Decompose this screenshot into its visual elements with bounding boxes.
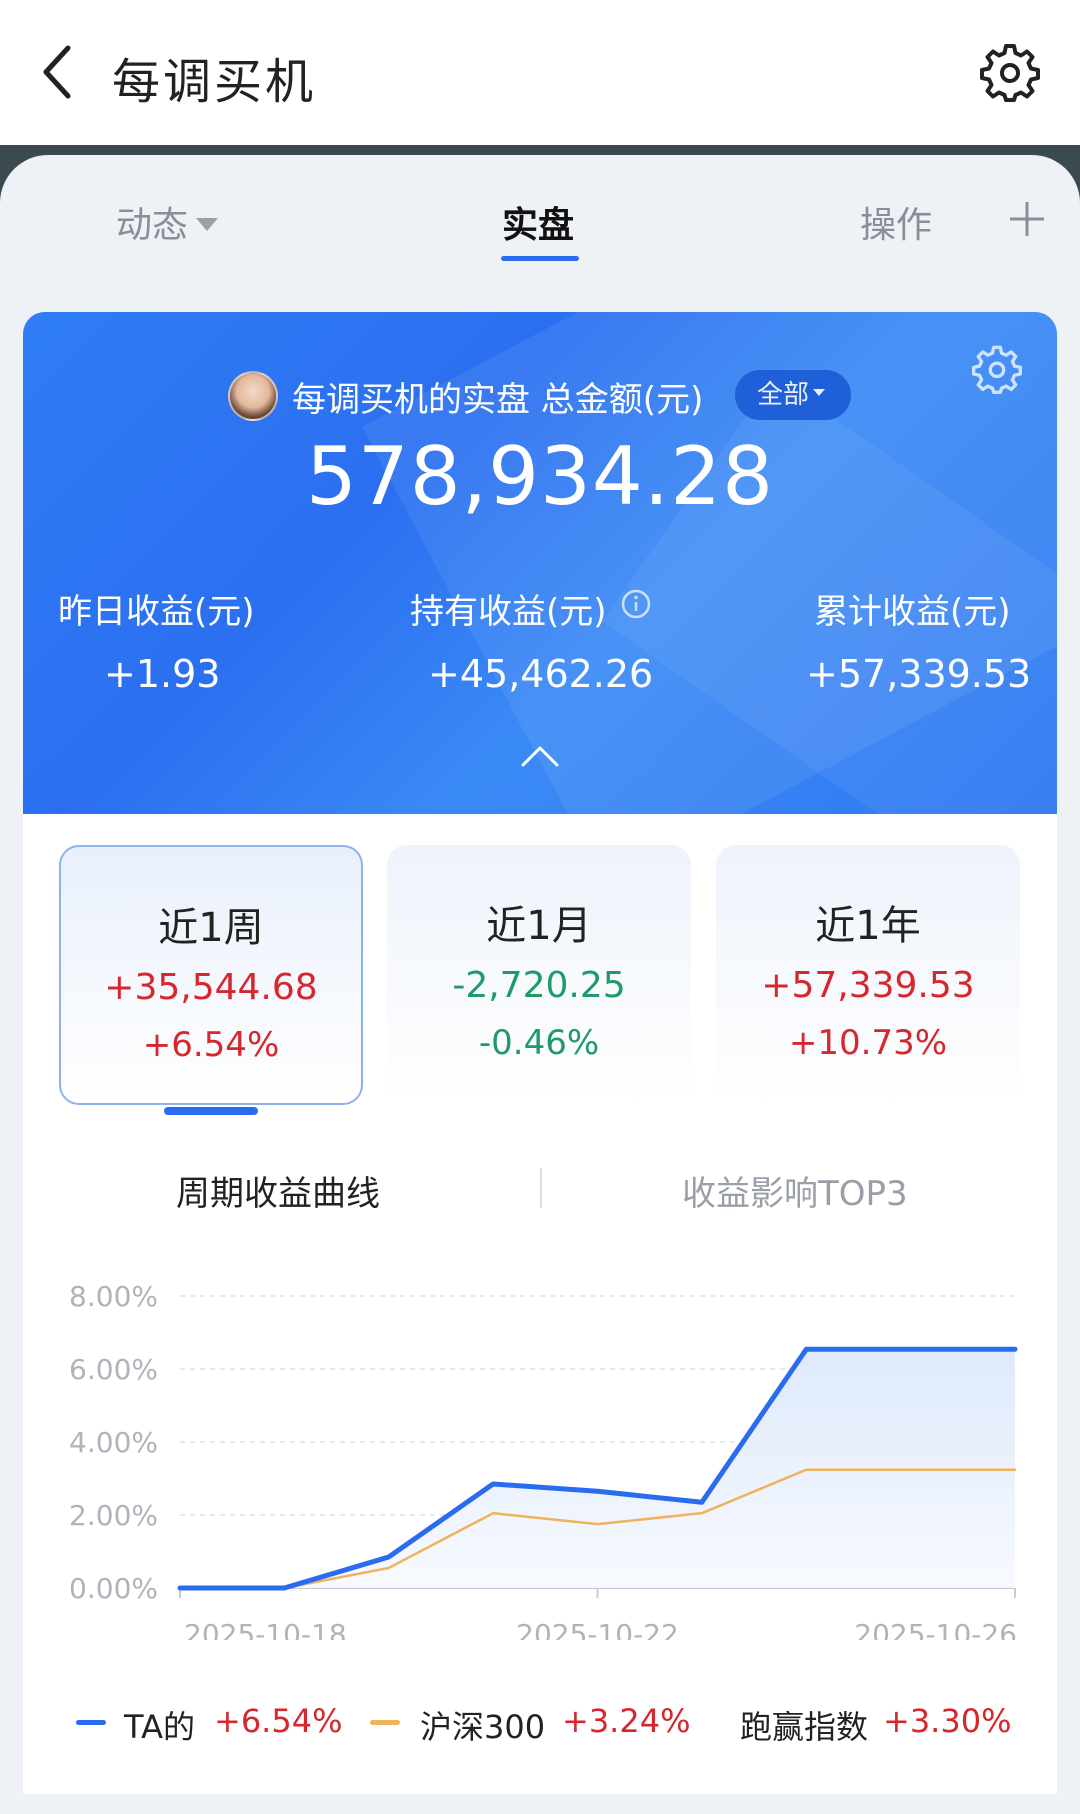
period-card-week[interactable]: 近1周 +35,544.68 +6.54% bbox=[59, 845, 363, 1105]
legend-ta-name: TA的 bbox=[124, 1708, 195, 1746]
x-tick-label: 2025-10-22 bbox=[516, 1618, 679, 1640]
legend-hs300-name: 沪深300 bbox=[420, 1708, 546, 1746]
y-tick-label: 2.00% bbox=[69, 1499, 158, 1532]
avatar[interactable] bbox=[228, 371, 278, 421]
period-amount: -2,720.25 bbox=[452, 965, 626, 1006]
scope-dropdown[interactable]: 全部 bbox=[735, 370, 851, 420]
holding-profit-label: 持有收益(元) bbox=[410, 592, 607, 632]
tab-divider bbox=[540, 1168, 542, 1208]
legend-swatch-ta bbox=[76, 1720, 106, 1725]
profit-line-chart: 8.00% 6.00% 4.00% 2.00% 0.00% 2025-10-18 2025-… bbox=[69, 1280, 1018, 1640]
period-card-year[interactable]: 近1年 +57,339.53 +10.73% bbox=[716, 845, 1020, 1105]
period-title: 近1周 bbox=[158, 905, 264, 951]
scope-label: 全部 bbox=[757, 380, 810, 410]
total-amount: 578,934.28 bbox=[305, 430, 775, 523]
plus-icon[interactable] bbox=[1008, 200, 1046, 238]
period-title: 近1年 bbox=[815, 903, 921, 949]
period-amount: +35,544.68 bbox=[104, 967, 318, 1008]
legend-hs300-value: +3.24% bbox=[562, 1702, 691, 1740]
tab-dongtai[interactable]: 动态 bbox=[116, 196, 219, 248]
y-tick-label: 4.00% bbox=[69, 1426, 158, 1459]
tab-dongtai-label: 动态 bbox=[116, 205, 189, 246]
cumulative-profit-label: 累计收益(元) bbox=[814, 592, 1011, 632]
tab-caozuo[interactable]: 操作 bbox=[860, 196, 932, 248]
y-tick-label: 6.00% bbox=[69, 1353, 158, 1386]
yesterday-profit-value: +1.93 bbox=[104, 652, 221, 696]
portfolio-caption: 每调买机的实盘 总金额(元) bbox=[292, 380, 704, 420]
legend-beat-name: 跑赢指数 bbox=[740, 1708, 869, 1746]
legend-beat-value: +3.30% bbox=[883, 1702, 1012, 1740]
x-tick-label: 2025-10-18 bbox=[184, 1618, 347, 1640]
panel-settings-icon[interactable] bbox=[972, 344, 1022, 394]
period-amount: +57,339.53 bbox=[761, 965, 975, 1006]
period-percent: -0.46% bbox=[478, 1023, 600, 1063]
period-active-indicator bbox=[164, 1107, 258, 1115]
period-card-month[interactable]: 近1月 -2,720.25 -0.46% bbox=[387, 845, 691, 1105]
chevron-up-icon[interactable] bbox=[520, 744, 560, 768]
chevron-down-icon bbox=[813, 389, 826, 396]
active-tab-underline bbox=[501, 256, 579, 261]
tab-shipan[interactable]: 实盘 bbox=[502, 196, 574, 248]
period-title: 近1月 bbox=[486, 903, 592, 949]
y-tick-label: 8.00% bbox=[69, 1280, 158, 1313]
cumulative-profit-value: +57,339.53 bbox=[806, 652, 1032, 696]
y-tick-label: 0.00% bbox=[69, 1572, 158, 1605]
holding-profit-value: +45,462.26 bbox=[428, 652, 654, 696]
top-bar: 每调买机 bbox=[0, 0, 1080, 145]
period-percent: +10.73% bbox=[788, 1023, 948, 1063]
legend-swatch-hs300 bbox=[370, 1720, 400, 1725]
x-tick-label: 2025-10-26 bbox=[854, 1618, 1017, 1640]
tab-top3[interactable]: 收益影响TOP3 bbox=[682, 1166, 908, 1215]
legend-ta-value: +6.54% bbox=[214, 1702, 343, 1740]
period-percent: +6.54% bbox=[142, 1025, 280, 1065]
yesterday-profit-label: 昨日收益(元) bbox=[58, 592, 255, 632]
info-icon[interactable] bbox=[620, 588, 652, 620]
back-arrow-icon[interactable] bbox=[38, 42, 78, 102]
settings-gear-icon[interactable] bbox=[980, 42, 1040, 102]
dropdown-triangle-icon bbox=[196, 217, 219, 231]
tab-profit-curve[interactable]: 周期收益曲线 bbox=[176, 1166, 380, 1215]
page-title: 每调买机 bbox=[112, 54, 317, 110]
